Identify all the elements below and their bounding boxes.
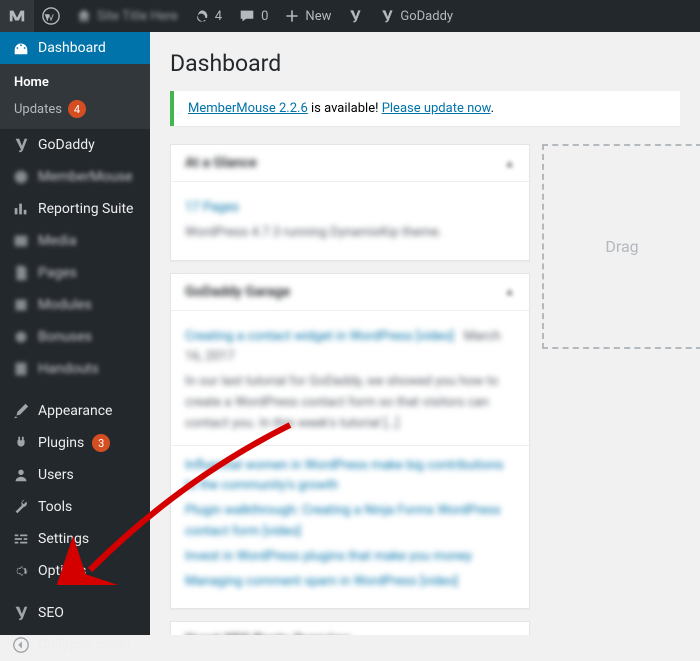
updates-badge: 4 xyxy=(68,100,86,118)
comments-bar[interactable]: 0 xyxy=(230,0,276,32)
gear-icon xyxy=(12,562,30,580)
admin-toolbar: Site Title Here 4 0 New GoDaddy xyxy=(0,0,700,32)
menu-reporting[interactable]: Reporting Suite xyxy=(0,193,150,225)
plug-icon xyxy=(12,434,30,452)
widget-godaddy-garage: GoDaddy Garage ▲ Creating a contact widge… xyxy=(170,273,530,610)
notice-product-link[interactable]: MemberMouse 2.2.6 xyxy=(188,101,308,116)
plugins-badge: 3 xyxy=(92,434,110,452)
godaddy-bar[interactable]: GoDaddy xyxy=(371,0,461,32)
menu-label: Handouts xyxy=(38,361,99,377)
menu-dashboard[interactable]: Dashboard xyxy=(0,32,150,64)
glance-version: WordPress 4.7.3 running DynamixKip theme… xyxy=(185,223,515,244)
yoast-bar-icon[interactable] xyxy=(339,0,371,32)
dropzone-label: Drag xyxy=(605,237,638,256)
wrench-icon xyxy=(12,498,30,516)
garage-link-4[interactable]: Invest in WordPress plugins that make yo… xyxy=(185,547,515,568)
garage-excerpt: In our last tutorial for GoDaddy, we sho… xyxy=(185,372,515,434)
handouts-icon xyxy=(12,360,30,378)
sliders-icon xyxy=(12,530,30,548)
bonuses-icon xyxy=(12,328,30,346)
widget-dropzone[interactable]: Drag xyxy=(542,144,700,349)
menu-label: SEO xyxy=(38,605,64,621)
menu-options[interactable]: Options xyxy=(0,555,150,587)
menu-modules[interactable]: Modules xyxy=(0,289,150,321)
garage-link-3[interactable]: Plugin walkthrough: Creating a Ninja For… xyxy=(185,501,515,543)
menu-label: Users xyxy=(38,467,74,483)
menu-media[interactable]: Media xyxy=(0,225,150,257)
collapse-menu[interactable]: Collapse menu xyxy=(0,629,150,661)
menu-membermouse[interactable]: MemberMouse xyxy=(0,161,150,193)
widget-toggle[interactable]: ▲ xyxy=(504,157,515,170)
garage-link-2[interactable]: Influential women in WordPress make big … xyxy=(185,456,515,498)
widget-at-a-glance: At a Glance ▲ 17 Pages WordPress 4.7.3 ru… xyxy=(170,144,530,261)
notice-update-link[interactable]: Please update now xyxy=(382,101,491,116)
new-content[interactable]: New xyxy=(276,0,339,32)
garage-link-1[interactable]: Creating a contact widget in WordPress [… xyxy=(185,329,454,344)
menu-bonuses[interactable]: Bonuses xyxy=(0,321,150,353)
wp-logo[interactable] xyxy=(34,0,68,32)
media-icon xyxy=(12,232,30,250)
menu-seo[interactable]: SEO xyxy=(0,597,150,629)
godaddy-icon xyxy=(12,136,30,154)
menu-label: Settings xyxy=(38,531,89,547)
menu-label: Media xyxy=(38,233,77,249)
menu-users[interactable]: Users xyxy=(0,459,150,491)
glance-pages[interactable]: 17 Pages xyxy=(185,198,515,219)
update-notice: MemberMouse 2.2.6 is available! Please u… xyxy=(170,91,680,126)
widget-title: GoDaddy Garage xyxy=(185,284,290,300)
menu-appearance[interactable]: Appearance xyxy=(0,395,150,427)
menu-label: Tools xyxy=(38,499,72,515)
mm-icon xyxy=(12,168,30,186)
chart-icon xyxy=(12,200,30,218)
user-icon xyxy=(12,466,30,484)
modules-icon xyxy=(12,296,30,314)
pages-icon xyxy=(12,264,30,282)
menu-label: MemberMouse xyxy=(38,169,133,185)
menu-label: Appearance xyxy=(38,403,112,419)
garage-link-5[interactable]: Managing comment spam in WordPress [vide… xyxy=(185,572,515,593)
widget-yoast-overview: Yoast SEO Posts Overview▲ Below are your… xyxy=(170,621,530,635)
page-title: Dashboard xyxy=(170,50,680,77)
dashboard-icon xyxy=(12,39,30,57)
yoast-icon xyxy=(12,604,30,622)
site-name[interactable]: Site Title Here xyxy=(68,0,186,32)
menu-label: Plugins xyxy=(38,435,84,451)
notice-text: is available! xyxy=(308,101,382,116)
admin-sidebar: Dashboard Home Updates4 GoDaddy MemberMo… xyxy=(0,32,150,635)
submenu-updates[interactable]: Updates4 xyxy=(0,95,150,123)
menu-label: Collapse menu xyxy=(38,637,131,653)
menu-settings[interactable]: Settings xyxy=(0,523,150,555)
menu-label: Pages xyxy=(38,265,77,281)
m-logo[interactable] xyxy=(0,0,34,32)
submenu-home[interactable]: Home xyxy=(0,70,150,95)
collapse-icon xyxy=(12,636,30,654)
menu-label: Modules xyxy=(38,297,92,313)
content-area: Dashboard MemberMouse 2.2.6 is available… xyxy=(150,32,700,635)
dashboard-submenu: Home Updates4 xyxy=(0,64,150,129)
menu-pages[interactable]: Pages xyxy=(0,257,150,289)
menu-plugins[interactable]: Plugins 3 xyxy=(0,427,150,459)
menu-label: Options xyxy=(38,563,86,579)
menu-label: GoDaddy xyxy=(38,137,95,153)
menu-label: Dashboard xyxy=(38,40,106,56)
menu-godaddy[interactable]: GoDaddy xyxy=(0,129,150,161)
brush-icon xyxy=(12,402,30,420)
updates-bar[interactable]: 4 xyxy=(186,0,230,32)
menu-label: Bonuses xyxy=(38,329,92,345)
menu-label: Reporting Suite xyxy=(38,201,133,217)
widget-toggle[interactable]: ▲ xyxy=(504,285,515,298)
menu-tools[interactable]: Tools xyxy=(0,491,150,523)
menu-handouts[interactable]: Handouts xyxy=(0,353,150,385)
notice-period: . xyxy=(491,101,494,116)
widget-title: At a Glance xyxy=(185,155,257,171)
